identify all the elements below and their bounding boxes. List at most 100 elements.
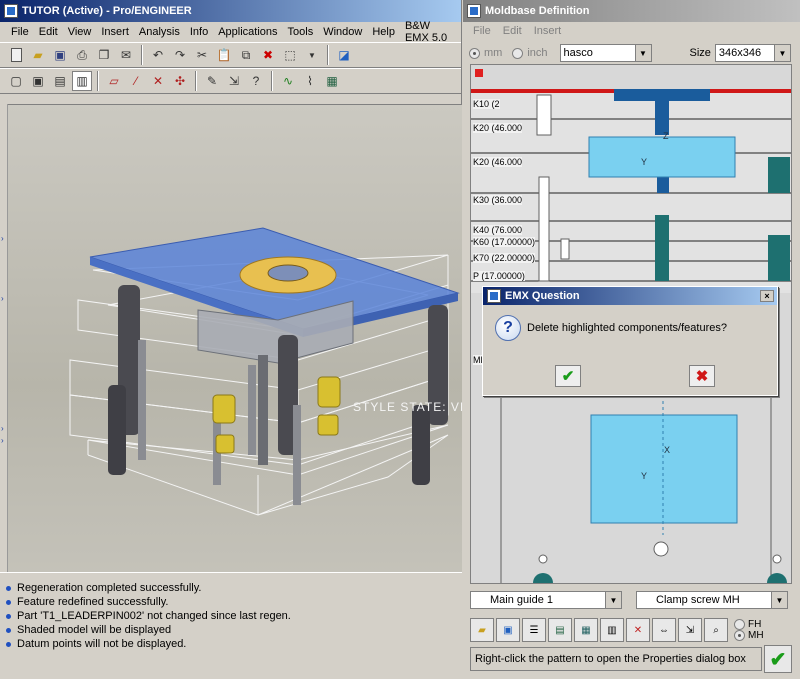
- hidden-line-icon[interactable]: ▣: [28, 71, 48, 91]
- message-line: Regeneration completed successfully.: [6, 581, 456, 595]
- moldbase-status: Right-click the pattern to open the Prop…: [470, 647, 762, 671]
- fh-radio[interactable]: [734, 619, 745, 630]
- annotation-icon[interactable]: ✎: [202, 71, 222, 91]
- leader-pin: [536, 94, 552, 136]
- chevron-down-icon: ▼: [605, 592, 621, 608]
- menu-file[interactable]: File: [6, 26, 34, 38]
- message-bullet-icon: [6, 641, 11, 647]
- copy-icon[interactable]: ❐: [94, 45, 114, 65]
- repaint-icon[interactable]: ◪: [334, 45, 354, 65]
- plate-label-k20[interactable]: K20 (46.000: [473, 123, 523, 133]
- unit-mm-label: mm: [484, 47, 503, 59]
- proe-toolbar-1: ▰ ▣ ⎙ ❐ ✉ ↶ ↷ ✂ 📋 ⧉ ✖ ⬚ ▼ ◪: [0, 42, 461, 68]
- moldbase-menu-file[interactable]: File: [467, 25, 497, 37]
- no-hidden-icon[interactable]: ▤: [50, 71, 70, 91]
- open-folder-icon[interactable]: ▰: [28, 45, 48, 65]
- expand-arrow-icon[interactable]: ›: [1, 294, 4, 303]
- save-assembly-icon[interactable]: ▣: [496, 618, 520, 642]
- menu-insert[interactable]: Insert: [96, 26, 134, 38]
- measure-icon[interactable]: ⇲: [678, 618, 702, 642]
- paste-icon[interactable]: 📋: [214, 45, 234, 65]
- selection-marker: [475, 69, 483, 77]
- datum-planes-icon[interactable]: ▱: [104, 71, 124, 91]
- dialog-ok-button[interactable]: ✔: [555, 365, 581, 387]
- help-cursor-icon[interactable]: ?: [246, 71, 266, 91]
- datum-axes-icon[interactable]: ⁄: [126, 71, 146, 91]
- select-box-icon[interactable]: ⬚: [280, 45, 300, 65]
- menu-analysis[interactable]: Analysis: [134, 26, 185, 38]
- expand-arrow-icon[interactable]: ›: [1, 234, 4, 243]
- plate-label-p[interactable]: P (17.00000): [473, 271, 525, 281]
- side-leader-pin: [768, 157, 790, 193]
- fh-option[interactable]: FH: [734, 619, 764, 630]
- axis-z-label: Z: [663, 131, 669, 141]
- moldbase-menu-edit[interactable]: Edit: [497, 25, 528, 37]
- dimension-icon[interactable]: ⇔: [652, 618, 676, 642]
- menu-window[interactable]: Window: [318, 26, 367, 38]
- plate-label-k60[interactable]: K60 (17.00000): [473, 237, 536, 247]
- sketch-icon[interactable]: ∿: [278, 71, 298, 91]
- plate-list-icon[interactable]: ☰: [522, 618, 546, 642]
- grid-view-icon[interactable]: ▦: [574, 618, 598, 642]
- datum-points-icon[interactable]: ✕: [148, 71, 168, 91]
- plate-label-k10[interactable]: K10 (2: [473, 99, 500, 109]
- menu-emx[interactable]: B&W EMX 5.0: [400, 20, 461, 44]
- open-assembly-icon[interactable]: ▰: [470, 618, 494, 642]
- chevron-down-icon: ▼: [634, 45, 651, 61]
- moldbase-ok-button[interactable]: ✔: [764, 645, 792, 673]
- proe-app-icon: [4, 4, 18, 18]
- menu-edit[interactable]: Edit: [34, 26, 63, 38]
- delete-component-icon[interactable]: ✕: [626, 618, 650, 642]
- plate-label-k40[interactable]: K40 (76.000: [473, 225, 523, 235]
- plate-label-k70[interactable]: K70 (22.00000): [473, 253, 536, 263]
- size-select[interactable]: 346x346 ▼: [714, 44, 791, 62]
- zoom-icon[interactable]: ⌕: [704, 618, 728, 642]
- menu-tools[interactable]: Tools: [283, 26, 319, 38]
- wireframe-icon[interactable]: ▢: [6, 71, 26, 91]
- plate-edit-icon[interactable]: ▤: [548, 618, 572, 642]
- redo-icon[interactable]: ↷: [170, 45, 190, 65]
- new-file-icon[interactable]: [6, 45, 26, 65]
- expand-arrow-icon[interactable]: ›: [1, 436, 4, 445]
- email-icon[interactable]: ✉: [116, 45, 136, 65]
- print-icon[interactable]: ⎙: [72, 45, 92, 65]
- dialog-close-button[interactable]: ×: [760, 290, 774, 302]
- plate-stack-icon[interactable]: ▥: [600, 618, 624, 642]
- chevron-down-icon: ▼: [771, 592, 787, 608]
- expand-arrow-icon[interactable]: ›: [1, 424, 4, 433]
- pipe-icon[interactable]: ⌇: [300, 71, 320, 91]
- emx-tool-icon[interactable]: ▦: [322, 71, 342, 91]
- dialog-cancel-button[interactable]: ✖: [689, 365, 715, 387]
- cut-icon[interactable]: ✂: [192, 45, 212, 65]
- plate-label-k20b[interactable]: K20 (46.000: [473, 157, 523, 167]
- vendor-select[interactable]: hasco ▼: [559, 44, 652, 62]
- guide-select[interactable]: Main guide 1 ▼: [470, 591, 622, 609]
- save-icon[interactable]: ▣: [50, 45, 70, 65]
- menu-help[interactable]: Help: [367, 26, 400, 38]
- ejector-section: [657, 175, 669, 193]
- distance-icon[interactable]: ⇲: [224, 71, 244, 91]
- delete-icon[interactable]: ✖: [258, 45, 278, 65]
- coordinate-systems-icon[interactable]: ✣: [170, 71, 190, 91]
- mh-option[interactable]: MH: [734, 630, 764, 641]
- undo-icon[interactable]: ↶: [148, 45, 168, 65]
- unit-mm-radio[interactable]: [469, 47, 480, 59]
- shading-icon[interactable]: ▥: [72, 71, 92, 91]
- moldbase-menu-insert[interactable]: Insert: [528, 25, 568, 37]
- moldbase-component-combos: Main guide 1 ▼ Clamp screw MH ▼: [470, 589, 792, 613]
- plate-label-k30[interactable]: K30 (36.000: [473, 195, 523, 205]
- mh-radio[interactable]: [734, 630, 745, 641]
- proe-left-strip[interactable]: › › › ›: [0, 104, 8, 572]
- menu-applications[interactable]: Applications: [213, 26, 282, 38]
- screw-select[interactable]: Clamp screw MH ▼: [636, 591, 788, 609]
- mold-assembly-3d: STYLE STATE: VIS: [69, 227, 462, 516]
- unit-inch-radio[interactable]: [512, 47, 524, 59]
- graphics-viewport[interactable]: STYLE STATE: VIS: [8, 104, 462, 572]
- menu-view[interactable]: View: [63, 26, 97, 38]
- menu-info[interactable]: Info: [185, 26, 213, 38]
- dropdown-arrow-icon[interactable]: ▼: [302, 45, 322, 65]
- clone-icon[interactable]: ⧉: [236, 45, 256, 65]
- sprue-bushing-section: [655, 95, 669, 135]
- plan-axis-y-label: Y: [641, 471, 647, 481]
- plan-ejector-hole: [653, 541, 669, 557]
